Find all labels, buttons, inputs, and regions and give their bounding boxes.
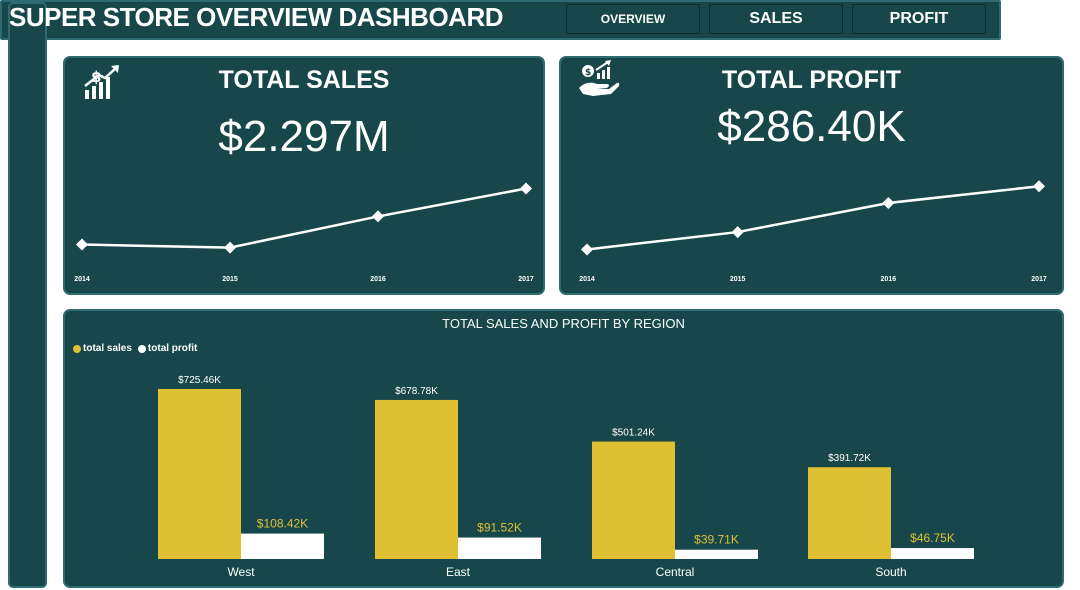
- profit-data-label: $46.75K: [910, 531, 955, 545]
- region-category-label: West: [227, 565, 255, 579]
- profit-bar-east: [458, 537, 541, 559]
- profit-x-tick-label: 2017: [1031, 276, 1047, 283]
- total-profit-card: $ 2014 2015 2016 2017 TOTAL PROFIT $286.40K: [559, 56, 1064, 295]
- profit-nav-button[interactable]: PROFIT: [852, 4, 986, 34]
- profit-point: [731, 226, 744, 239]
- region-category-label: Central: [656, 565, 695, 579]
- region-chart-panel: TOTAL SALES AND PROFIT BY REGION total s…: [63, 309, 1064, 588]
- total-profit-title: TOTAL PROFIT: [721, 66, 902, 94]
- sales-bar-central: [592, 441, 675, 559]
- sales-x-tick-label: 2016: [370, 276, 386, 283]
- sales-data-label: $725.46K: [178, 375, 221, 386]
- total-sales-card: $ 2014 2015 2016 2017 TOTAL SALES $2.297M: [63, 56, 545, 295]
- sales-x-tick-label: 2014: [74, 276, 90, 283]
- header-bar: SUPER STORE OVERVIEW DASHBOARD OVERVIEW …: [0, 0, 1001, 40]
- profit-line: [586, 185, 1040, 251]
- profit-bar-central: [675, 549, 758, 559]
- total-profit-value: $286.40K: [717, 102, 906, 151]
- profit-bar-west: [241, 533, 324, 559]
- profit-x-tick-label: 2014: [579, 276, 595, 283]
- sales-data-label: $391.72K: [828, 453, 871, 464]
- sales-point: [76, 238, 88, 251]
- profit-point: [581, 243, 593, 256]
- overview-nav-button[interactable]: OVERVIEW: [566, 4, 700, 34]
- sales-x-tick-label: 2015: [222, 276, 238, 283]
- total-sales-value: $2.297M: [218, 112, 390, 161]
- profit-point: [882, 197, 895, 210]
- sidebar: [8, 2, 47, 588]
- total-sales-title: TOTAL SALES: [218, 66, 390, 94]
- region-category-label: East: [446, 565, 471, 579]
- sales-point: [224, 241, 236, 254]
- sales-bar-east: [375, 399, 458, 559]
- sales-bar-south: [808, 467, 891, 559]
- region-category-label: South: [875, 565, 906, 579]
- profit-x-tick-label: 2016: [881, 276, 897, 283]
- profit-data-label: $39.71K: [694, 533, 739, 547]
- profit-point: [1033, 180, 1045, 193]
- sales-data-label: $501.24K: [612, 428, 655, 439]
- profit-bar-south: [891, 548, 974, 559]
- sales-line: [81, 187, 527, 249]
- sales-data-label: $678.78K: [395, 386, 438, 397]
- region-bar-chart: $725.46K $108.42K West $678.78K $91.52K East $…: [158, 375, 974, 579]
- sales-point: [520, 182, 532, 195]
- sales-point: [372, 210, 384, 223]
- sales-nav-button[interactable]: SALES: [709, 4, 843, 34]
- sales-x-tick-label: 2017: [518, 276, 534, 283]
- sales-bar-west: [158, 389, 241, 559]
- profit-data-label: $108.42K: [257, 517, 308, 531]
- profit-data-label: $91.52K: [477, 521, 522, 535]
- profit-x-tick-label: 2015: [730, 276, 746, 283]
- page-title: SUPER STORE OVERVIEW DASHBOARD: [9, 2, 504, 32]
